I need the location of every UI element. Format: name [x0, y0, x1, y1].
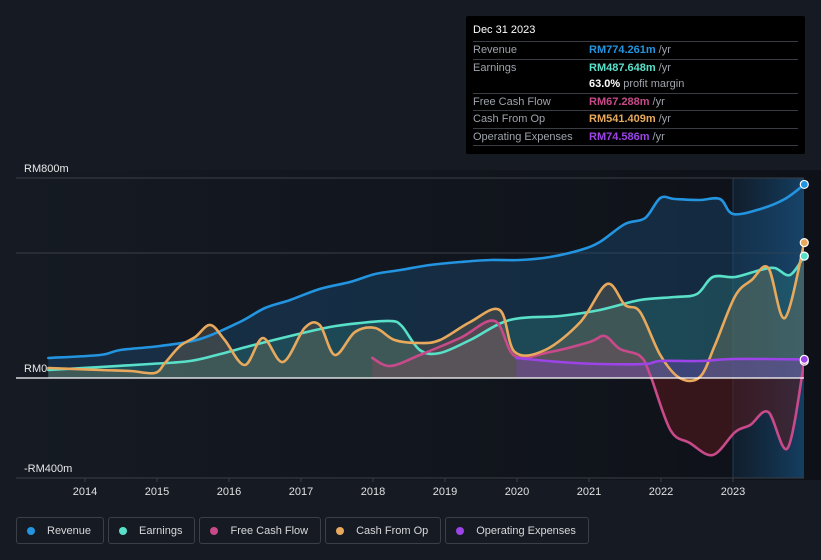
tooltip-value-profit-margin: 63.0%	[589, 78, 621, 90]
tooltip-value-revenue: RM774.261m	[589, 44, 656, 56]
x-tick-label: 2022	[649, 486, 673, 498]
tooltip-unit: /yr	[658, 61, 671, 74]
revenue-endpoint-marker	[799, 179, 809, 190]
legend-label: Operating Expenses	[476, 524, 576, 537]
y-tick-label: RM0	[24, 363, 47, 375]
legend-label: Earnings	[139, 524, 183, 537]
earnings-endpoint-marker	[799, 251, 809, 261]
legend-dot-icon	[27, 526, 35, 535]
y-tick-label: -RM400m	[24, 463, 72, 475]
tooltip-label: Operating Expenses	[473, 130, 573, 143]
x-tick-label: 2020	[505, 486, 529, 498]
x-tick-label: 2016	[217, 486, 241, 498]
legend-item-operating-expenses[interactable]: Operating Expenses	[445, 517, 589, 544]
x-tick-label: 2018	[361, 486, 385, 498]
legend-dot-icon	[336, 526, 345, 535]
tooltip-row-operating-expenses: Operating Expenses RM74.586m /yr	[473, 129, 798, 146]
legend-dot-icon	[210, 526, 219, 535]
tooltip-value-operating-expenses: RM74.586m	[589, 130, 650, 143]
operating-expenses-endpoint-marker	[799, 354, 809, 364]
legend-label: Free Cash Flow	[230, 524, 309, 537]
legend-item-revenue[interactable]: Revenue	[16, 517, 105, 544]
legend-label: Cash From Op	[356, 524, 429, 537]
tooltip-unit: profit margin	[623, 78, 685, 90]
tooltip-label	[473, 76, 589, 93]
tooltip-row-revenue: Revenue RM774.261m /yr	[473, 42, 798, 60]
tooltip-row-earnings: Earnings RM487.648m /yr	[473, 60, 798, 77]
tooltip-value-free-cash-flow: RM67.288m	[589, 95, 650, 108]
legend-dot-icon	[119, 526, 128, 535]
tooltip-label: Free Cash Flow	[473, 95, 551, 108]
tooltip-value-cash-from-op: RM541.409m	[589, 113, 656, 125]
tooltip-unit: /yr	[652, 95, 665, 108]
x-tick-label: 2015	[145, 486, 169, 498]
tooltip-row-free-cash-flow: Free Cash Flow RM67.288m /yr	[473, 94, 798, 111]
legend-item-free-cash-flow[interactable]: Free Cash Flow	[199, 517, 322, 544]
cash-from-op-endpoint-marker	[799, 238, 809, 248]
x-tick-label: 2017	[289, 486, 313, 498]
tooltip-row-cash-from-op: Cash From Op RM541.409m /yr	[473, 111, 798, 129]
y-tick-label: RM800m	[24, 163, 69, 175]
x-tick-label: 2019	[433, 486, 457, 498]
tooltip-unit: /yr	[658, 113, 671, 125]
x-tick-label: 2014	[73, 486, 97, 498]
tooltip-label: Cash From Op	[473, 113, 546, 125]
legend-dot-icon	[456, 526, 465, 535]
tooltip-label: Earnings	[473, 61, 517, 74]
tooltip-date: Dec 31 2023	[473, 24, 798, 42]
x-tick-label: 2023	[721, 486, 745, 498]
legend-item-earnings[interactable]: Earnings	[108, 517, 196, 544]
tooltip-unit: /yr	[658, 44, 671, 56]
tooltip-panel: Dec 31 2023 Revenue RM774.261m /yr Earni…	[466, 16, 805, 154]
legend: Revenue Earnings Free Cash Flow Cash Fro…	[16, 517, 589, 544]
x-axis: 2014 2015 2016 2017 2018 2019 2020 2021 2022 2023	[73, 478, 745, 498]
tooltip-label: Revenue	[473, 44, 518, 56]
tooltip-value-earnings: RM487.648m	[589, 61, 656, 74]
tooltip-row-profit-margin: 63.0% profit margin	[473, 76, 798, 94]
legend-label: Revenue	[47, 524, 92, 537]
x-tick-label: 2021	[577, 486, 601, 498]
tooltip-unit: /yr	[652, 130, 665, 143]
legend-item-cash-from-op[interactable]: Cash From Op	[325, 517, 442, 544]
